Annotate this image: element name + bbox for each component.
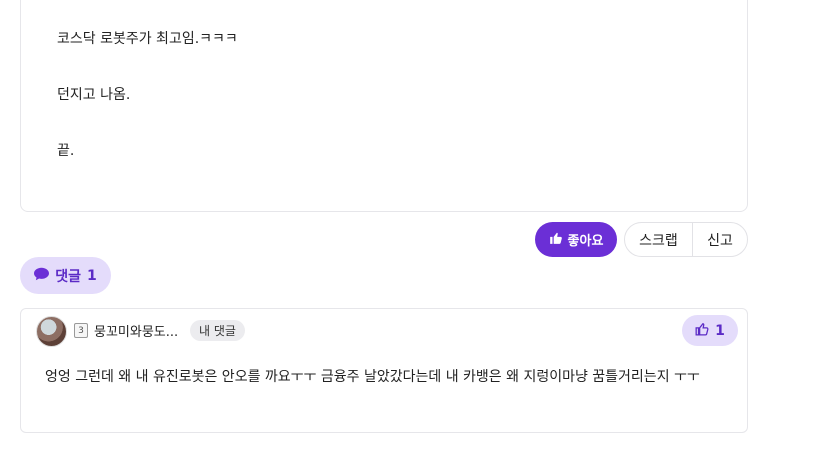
- my-comment-badge: 내 댓글: [190, 320, 245, 341]
- comments-count: 1: [87, 267, 97, 284]
- comment-item: 3 뭉꼬미와뭉도... 내 댓글 1 엉엉 그런데 왜 내 유진로봇은 안오를 …: [20, 308, 748, 433]
- thumbs-up-icon: [695, 322, 709, 340]
- thumbs-up-icon: [549, 231, 563, 249]
- level-badge-icon: 3: [74, 323, 88, 338]
- comments-toggle-button[interactable]: 댓글 1: [20, 257, 111, 294]
- post-text-line: 던지고 나옴.: [57, 87, 131, 103]
- comments-label: 댓글: [55, 268, 81, 285]
- post-text-line: 코스닥 로봇주가 최고임.ㅋㅋㅋ: [57, 31, 238, 47]
- comment-like-count: 1: [715, 322, 725, 339]
- like-label: 좋아요: [567, 234, 604, 249]
- comment-like-button[interactable]: 1: [682, 315, 738, 346]
- post-text-line: 끝.: [57, 143, 75, 159]
- report-button[interactable]: 신고: [693, 223, 747, 256]
- post-action-group: 스크랩 신고: [624, 222, 748, 257]
- post-body: 코스닥 로봇주가 최고임.ㅋㅋㅋ 던지고 나옴. 끝.: [20, 0, 748, 212]
- like-button[interactable]: 좋아요: [535, 222, 617, 257]
- avatar[interactable]: [36, 316, 67, 347]
- speech-bubble-icon: [34, 267, 50, 285]
- comment-text: 엉엉 그런데 왜 내 유진로봇은 안오를 까요ㅜㅜ 금융주 날았갔다는데 내 카…: [45, 369, 700, 385]
- scrap-button[interactable]: 스크랩: [625, 223, 693, 256]
- comment-author[interactable]: 뭉꼬미와뭉도...: [94, 321, 178, 340]
